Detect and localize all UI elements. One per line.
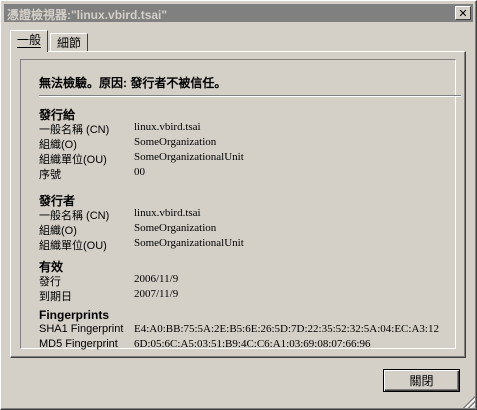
- issued-to-ou-label: 組織單位(OU): [39, 154, 107, 166]
- close-button[interactable]: 關閉: [383, 369, 460, 392]
- close-icon: ✕: [458, 6, 468, 20]
- issued-to-o-label: 組織(O): [39, 139, 77, 151]
- issued-to-ou-value: SomeOrganizationalUnit: [134, 151, 244, 163]
- resize-grip-icon[interactable]: [463, 396, 475, 408]
- window-title: 憑證檢視器:"linux.vbird.tsai": [7, 8, 168, 22]
- tab-general-label: 一般: [17, 33, 42, 48]
- tab-general[interactable]: 一般: [10, 30, 49, 52]
- section-title-fingerprints: Fingerprints: [39, 308, 110, 322]
- serial-number-value: 00: [134, 166, 145, 178]
- expires-on-label: 到期日: [39, 291, 72, 303]
- certificate-info-box: 無法檢驗。原因: 發行者不被信任。 發行給 一般名稱 (CN) linux.vb…: [20, 59, 461, 350]
- tab-details[interactable]: 細節: [50, 33, 89, 51]
- tab-details-label: 細節: [57, 36, 82, 50]
- issued-to-o-value: SomeOrganization: [134, 136, 217, 148]
- general-tab-panel: 無法檢驗。原因: 發行者不被信任。 發行給 一般名稱 (CN) linux.vb…: [10, 51, 466, 358]
- issued-by-cn-label: 一般名稱 (CN): [39, 210, 110, 222]
- issued-by-ou-value: SomeOrganizationalUnit: [134, 237, 244, 249]
- title-bar[interactable]: 憑證檢視器:"linux.vbird.tsai" ✕: [4, 4, 473, 22]
- md5-fingerprint-label: MD5 Fingerprint: [39, 338, 118, 350]
- close-button-label: 關閉: [409, 374, 434, 388]
- expires-on-value: 2007/11/9: [134, 288, 179, 300]
- sha1-fingerprint-label: SHA1 Fingerprint: [39, 323, 124, 335]
- md5-fingerprint-value: 6D:05:6C:A5:03:51:B9:4C:C6:A1:03:69:08:0…: [134, 338, 371, 350]
- issued-by-ou-label: 組織單位(OU): [39, 240, 107, 252]
- sha1-fingerprint-value: E4:A0:BB:75:5A:2E:B5:6E:26:5D:7D:22:35:5…: [134, 323, 439, 335]
- issued-by-o-label: 組織(O): [39, 225, 77, 237]
- window-close-button[interactable]: ✕: [455, 6, 471, 20]
- issued-to-cn-value: linux.vbird.tsai: [134, 121, 201, 133]
- verification-status: 無法檢驗。原因: 發行者不被信任。: [39, 76, 227, 90]
- issued-on-value: 2006/11/9: [134, 273, 179, 285]
- issued-by-o-value: SomeOrganization: [134, 222, 217, 234]
- issued-to-cn-label: 一般名稱 (CN): [39, 124, 110, 136]
- serial-number-label: 序號: [39, 169, 61, 181]
- issued-by-cn-value: linux.vbird.tsai: [134, 207, 201, 219]
- divider: [39, 95, 461, 97]
- issued-on-label: 發行: [39, 276, 61, 288]
